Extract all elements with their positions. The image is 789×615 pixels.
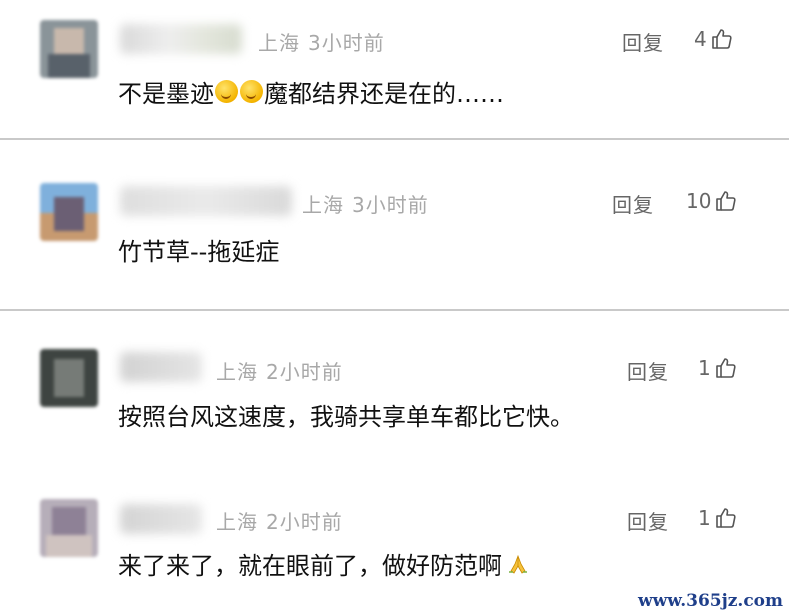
comment-text: 按照台风这速度，我骑共享单车都比它快。	[118, 403, 574, 431]
comment-text-part: 来了来了，就在眼前了，做好防范啊	[118, 552, 502, 580]
comment-text: 来了来了，就在眼前了，做好防范啊	[118, 546, 530, 581]
comment-meta: 上海 3小时前	[302, 189, 429, 218]
reply-button[interactable]: 回复	[612, 189, 654, 218]
comment-time: 3小时前	[308, 31, 385, 55]
thumbs-up-icon	[715, 358, 736, 378]
avatar[interactable]	[40, 20, 98, 78]
like-button[interactable]: 1	[698, 356, 738, 380]
like-count: 1	[698, 506, 711, 530]
like-button[interactable]: 4	[694, 27, 734, 51]
comment-meta: 上海 2小时前	[216, 356, 343, 385]
comment-time: 2小时前	[266, 510, 343, 534]
comment-text-part: 不是墨迹	[118, 80, 214, 108]
like-button[interactable]: 1	[698, 506, 738, 530]
comment-meta: 上海 3小时前	[258, 27, 385, 56]
avatar[interactable]	[40, 499, 98, 557]
thumbs-up-icon	[711, 29, 732, 49]
avatar[interactable]	[40, 349, 98, 407]
comment-location: 上海	[302, 193, 344, 217]
comment-text: 竹节草--拖延症	[118, 238, 280, 266]
fingers-crossed-face-emoji	[215, 80, 238, 103]
comment-text-part: 魔都结界还是在的……	[264, 80, 504, 108]
username-blurred[interactable]	[120, 504, 202, 534]
watermark: www.365jz.com	[638, 591, 783, 611]
comment-meta: 上海 2小时前	[216, 506, 343, 535]
thumbs-up-icon	[715, 508, 736, 528]
comment-location: 上海	[258, 31, 300, 55]
like-button[interactable]: 10	[686, 189, 738, 213]
comment-text: 不是墨迹 魔都结界还是在的……	[118, 74, 504, 109]
comment-time: 3小时前	[352, 193, 429, 217]
avatar[interactable]	[40, 183, 98, 241]
username-blurred[interactable]	[120, 186, 292, 216]
reply-button[interactable]: 回复	[627, 506, 669, 535]
username-blurred[interactable]	[120, 352, 202, 382]
thumbs-up-icon	[716, 191, 737, 211]
comment-time: 2小时前	[266, 360, 343, 384]
like-count: 10	[686, 189, 712, 213]
like-count: 4	[694, 27, 707, 51]
username-blurred[interactable]	[120, 24, 242, 54]
comment-location: 上海	[216, 510, 258, 534]
folded-hands-emoji	[509, 554, 527, 574]
fingers-crossed-face-emoji	[240, 80, 263, 103]
reply-button[interactable]: 回复	[622, 27, 664, 56]
divider	[0, 309, 789, 311]
divider	[0, 138, 789, 140]
like-count: 1	[698, 356, 711, 380]
reply-button[interactable]: 回复	[627, 356, 669, 385]
comment-location: 上海	[216, 360, 258, 384]
